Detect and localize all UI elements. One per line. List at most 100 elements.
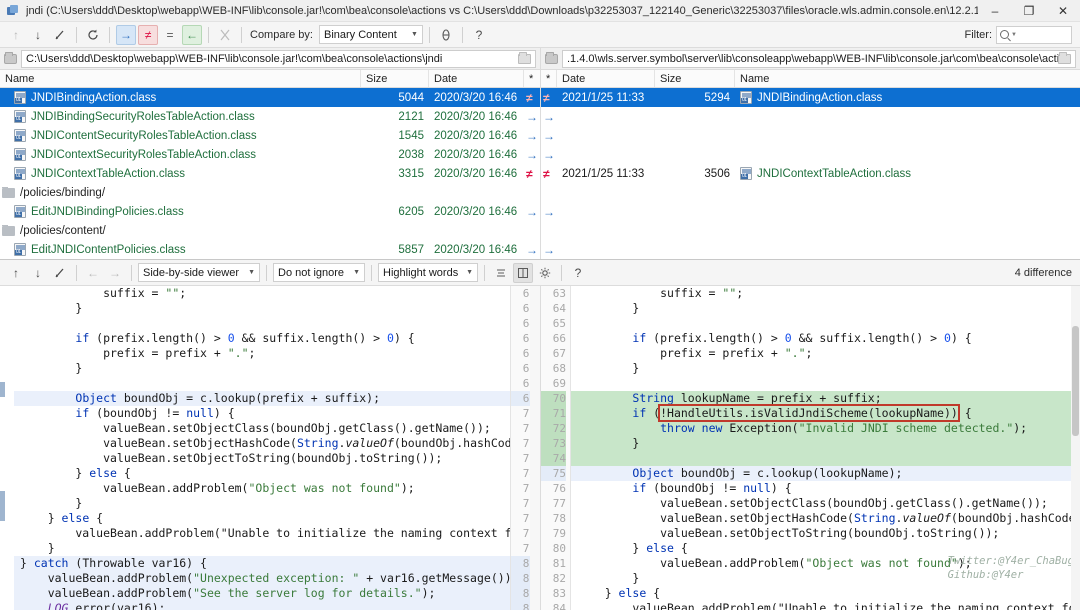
file-date-cell: 2020/3/20 16:46 xyxy=(434,129,518,142)
right-file-rows[interactable]: ≠ 2021/1/25 11:33 5294 JNDIBindingAction.cl… xyxy=(541,88,1080,259)
diff-marker-icon: → xyxy=(526,129,538,142)
copy-to-right-icon[interactable]: → xyxy=(105,263,125,283)
file-size-cell: 2121 xyxy=(398,110,424,123)
chevron-down-icon: ▼ xyxy=(466,269,473,276)
column-header-size[interactable]: Size xyxy=(361,70,429,87)
left-file-rows[interactable]: JNDIBindingAction.class 5044 2020/3/20 16:… xyxy=(0,88,540,259)
browse-folder-icon[interactable] xyxy=(1058,51,1071,64)
code-line: } else { xyxy=(20,466,131,480)
code-line: } else { xyxy=(577,541,688,555)
minimize-button[interactable]: – xyxy=(978,0,1012,22)
collapse-unchanged-icon[interactable] xyxy=(491,263,511,283)
table-row[interactable]: → xyxy=(541,107,1080,126)
table-row[interactable]: JNDIBindingSecurityRolesTableAction.clas… xyxy=(0,107,540,126)
class-file-icon xyxy=(14,91,26,104)
code-line: if (prefix.length() > 0 && suffix.length… xyxy=(75,331,415,345)
left-path-cell: C:\Users\ddd\Desktop\webapp\WEB-INF\lib\… xyxy=(0,48,540,69)
table-row[interactable]: → xyxy=(541,145,1080,164)
column-header-date[interactable]: Date xyxy=(429,70,524,87)
line-number: 78 xyxy=(552,512,566,525)
browse-folder-icon[interactable] xyxy=(518,51,531,64)
left-minimap[interactable] xyxy=(530,286,540,610)
file-name: EditJNDIBindingPolicies.class xyxy=(31,205,184,218)
code-line: valueBean.setObjectHashCode(String.value… xyxy=(20,436,510,450)
diff-marker-cell: → xyxy=(524,244,540,256)
file-date-cell: 2020/3/20 16:46 xyxy=(434,110,518,123)
show-equal-files-icon[interactable]: = xyxy=(160,25,180,45)
table-row[interactable]: JNDIBindingAction.class 5044 2020/3/20 16:… xyxy=(0,88,540,107)
file-size-cell: 5857 xyxy=(398,243,424,256)
highlighted-change: !HandleUtils.isValidJndiScheme(lookupNam… xyxy=(658,404,960,422)
file-name-cell: JNDIBindingAction.class xyxy=(735,91,1080,104)
file-size-cell: 3506 xyxy=(704,167,730,180)
code-line: valueBean.addProblem("See the server log… xyxy=(14,586,510,601)
table-row[interactable]: → xyxy=(541,202,1080,221)
line-number: 81 xyxy=(552,557,566,570)
help-icon[interactable]: ? xyxy=(469,25,489,45)
vertical-scrollbar[interactable] xyxy=(1071,286,1080,610)
diff-marker-cell: ≠ xyxy=(541,92,557,104)
file-name-cell: JNDIBindingAction.class xyxy=(0,91,361,104)
table-row[interactable] xyxy=(541,221,1080,240)
toolbar-separator xyxy=(76,26,77,43)
maximize-button[interactable]: ❐ xyxy=(1012,0,1046,22)
edit-content-icon[interactable] xyxy=(50,263,70,283)
filter-input[interactable]: ▼ xyxy=(996,25,1072,44)
table-row[interactable]: JNDIContextSecurityRolesTableAction.clas… xyxy=(0,145,540,164)
refresh-icon[interactable] xyxy=(83,25,103,45)
table-row[interactable]: → xyxy=(541,240,1080,259)
column-header-date[interactable]: Date xyxy=(557,70,655,87)
right-code-text[interactable]: Twitter:@Y4er_ChaBug Github:@Y4er suffix… xyxy=(571,286,1080,610)
help-icon[interactable]: ? xyxy=(568,263,588,283)
ignore-mode-select[interactable]: Do not ignore ▼ xyxy=(273,263,365,282)
previous-difference-icon[interactable]: ↑ xyxy=(6,25,26,45)
show-different-files-icon[interactable]: ≠ xyxy=(138,24,158,45)
file-date-cell: 2021/1/25 11:33 xyxy=(562,167,645,180)
right-path-input[interactable]: .1.4.0\wls.server.symbol\server\lib\cons… xyxy=(562,49,1076,68)
line-number: 72 xyxy=(541,421,566,436)
previous-change-icon[interactable]: ↑ xyxy=(6,263,26,283)
column-header-marker[interactable]: * xyxy=(524,70,540,87)
whitespace-icon[interactable] xyxy=(513,262,533,283)
column-header-marker[interactable]: * xyxy=(541,70,557,87)
file-name: EditJNDIContentPolicies.class xyxy=(31,243,186,256)
table-row[interactable]: /policies/binding/ xyxy=(0,183,540,202)
difference-count: 4 difference xyxy=(1014,266,1072,279)
table-row[interactable]: EditJNDIContentPolicies.class 5857 2020/3/… xyxy=(0,240,540,259)
gear-icon[interactable] xyxy=(535,263,555,283)
file-size-cell: 1545 xyxy=(398,129,424,142)
file-size-cell: 2038 xyxy=(398,148,424,161)
edit-file-icon[interactable] xyxy=(50,25,70,45)
left-code-pane[interactable]: suffix = ""; } if (prefix.length() > 0 &… xyxy=(0,286,540,610)
right-code-pane[interactable]: 63 64 65 66 67 68 69 70 71 72 73 74 75 76 77 78 79 80 81 82… xyxy=(540,286,1080,610)
line-number: 79 xyxy=(552,527,566,540)
diff-marker-icon: ≠ xyxy=(543,91,550,104)
binary-toggle-icon[interactable] xyxy=(436,25,456,45)
table-row[interactable]: EditJNDIBindingPolicies.class 6205 2020/3/… xyxy=(0,202,540,221)
table-row[interactable] xyxy=(541,183,1080,202)
highlight-mode-select[interactable]: Highlight words ▼ xyxy=(378,263,478,282)
viewer-mode-select[interactable]: Side-by-side viewer ▼ xyxy=(138,263,260,282)
show-deleted-files-icon[interactable]: ← xyxy=(182,24,202,45)
table-row[interactable]: JNDIContentSecurityRolesTableAction.clas… xyxy=(0,126,540,145)
close-button[interactable]: ✕ xyxy=(1046,0,1080,22)
show-new-files-icon[interactable]: → xyxy=(116,24,136,45)
line-number: 66 xyxy=(552,332,566,345)
next-change-icon[interactable]: ↓ xyxy=(28,263,48,283)
code-line: valueBean.setObjectToString(boundObj.toS… xyxy=(577,526,1000,540)
compare-by-select[interactable]: Binary Content ▼ xyxy=(318,25,423,44)
table-row[interactable]: ≠ 2021/1/25 11:33 5294 JNDIBindingAction.cl… xyxy=(541,88,1080,107)
next-difference-icon[interactable]: ↓ xyxy=(28,25,48,45)
left-path-input[interactable]: C:\Users\ddd\Desktop\webapp\WEB-INF\lib\… xyxy=(21,49,536,68)
column-header-name[interactable]: Name xyxy=(0,70,361,87)
table-row[interactable]: → xyxy=(541,126,1080,145)
table-row[interactable]: ≠ 2021/1/25 11:33 3506 JNDIContextTableActi… xyxy=(541,164,1080,183)
column-header-size[interactable]: Size xyxy=(655,70,735,87)
left-code-text[interactable]: suffix = ""; } if (prefix.length() > 0 &… xyxy=(14,286,510,610)
copy-to-left-icon[interactable]: ← xyxy=(83,263,103,283)
table-row[interactable]: JNDIContextTableAction.class 3315 2020/3/2… xyxy=(0,164,540,183)
table-row[interactable]: /policies/content/ xyxy=(0,221,540,240)
column-header-name[interactable]: Name xyxy=(735,70,1080,87)
merge-icon[interactable] xyxy=(215,25,235,45)
